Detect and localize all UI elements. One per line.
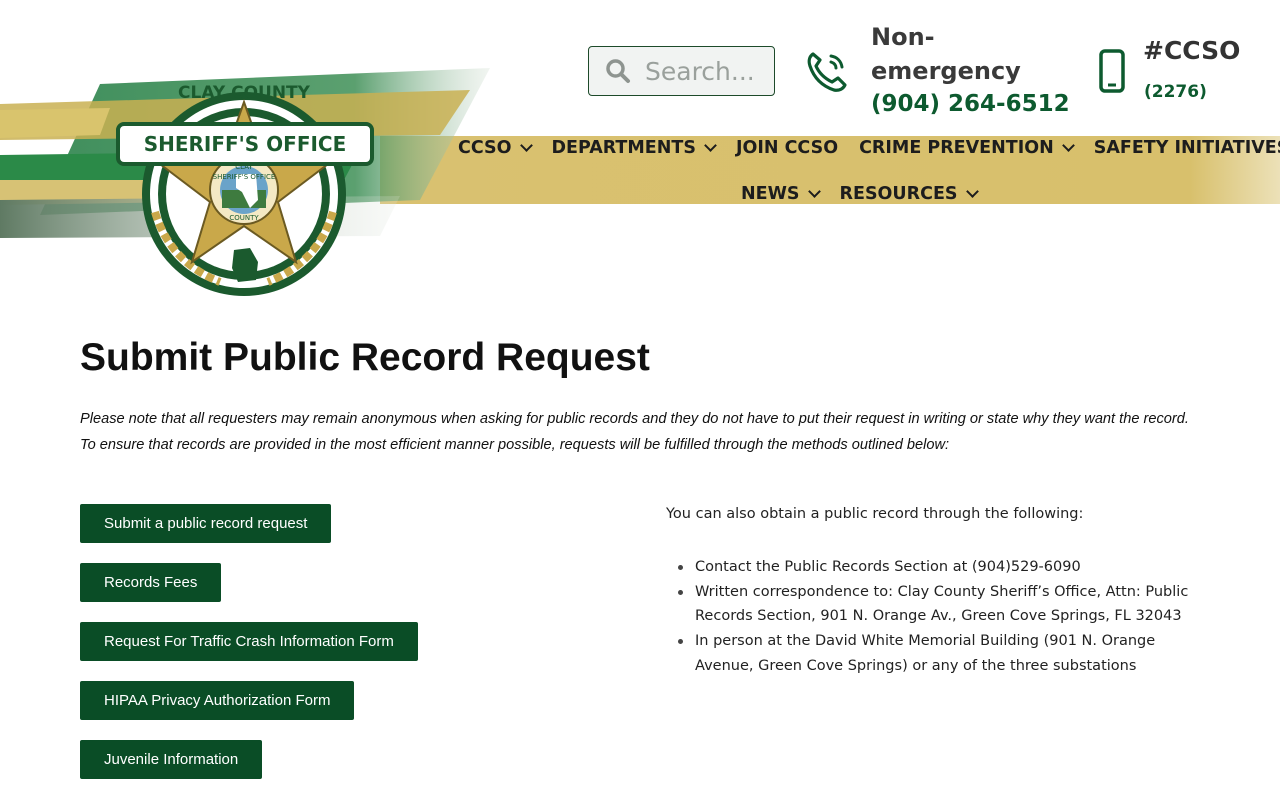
records-fees-button[interactable]: Records Fees bbox=[80, 563, 222, 602]
chevron-down-icon bbox=[519, 139, 533, 152]
page-title: Submit Public Record Request bbox=[80, 336, 650, 379]
seal-bottom-text: COUNTY bbox=[229, 214, 259, 222]
list-item: Contact the Public Records Section at (9… bbox=[678, 555, 1215, 580]
nav-item-news[interactable]: NEWS bbox=[741, 184, 821, 204]
nav-item-resources[interactable]: RESOURCES bbox=[839, 184, 979, 204]
hipaa-authorization-form-button[interactable]: HIPAA Privacy Authorization Form bbox=[80, 681, 355, 720]
logo-top-text: CLAY COUNTY bbox=[178, 83, 311, 103]
juvenile-information-button[interactable]: Juvenile Information bbox=[80, 740, 263, 779]
mobile-phone-icon bbox=[1099, 49, 1125, 93]
intro-paragraph: Please note that all requesters may rema… bbox=[80, 411, 1189, 453]
ccso-hashtag: #CCSO bbox=[1143, 36, 1241, 65]
alternatives-intro: You can also obtain a public record thro… bbox=[666, 506, 1084, 522]
nav-item-join-ccso[interactable]: JOIN CCSO bbox=[736, 138, 838, 158]
search-icon[interactable] bbox=[605, 58, 631, 84]
chevron-down-icon bbox=[965, 185, 979, 198]
list-item: In person at the David White Memorial Bu… bbox=[678, 629, 1215, 678]
seal-mid-text: CLAY bbox=[235, 163, 253, 171]
nav-item-label: CCSO bbox=[458, 138, 512, 158]
nav-item-label: NEWS bbox=[741, 184, 800, 204]
nav-item-safety-initiatives[interactable]: SAFETY INITIATIVES bbox=[1094, 138, 1280, 158]
alternatives-list: Contact the Public Records Section at (9… bbox=[678, 555, 1215, 679]
nav-row-secondary: NEWS RESOURCES bbox=[741, 181, 998, 207]
search-input[interactable] bbox=[645, 56, 765, 86]
nav-item-label: RESOURCES bbox=[839, 184, 958, 204]
nav-item-crime-prevention[interactable]: CRIME PREVENTION bbox=[859, 138, 1075, 158]
ccso-mobile-number[interactable]: (2276) bbox=[1144, 82, 1207, 102]
traffic-crash-form-button[interactable]: Request For Traffic Crash Information Fo… bbox=[80, 622, 418, 661]
nav-item-departments[interactable]: DEPARTMENTS bbox=[551, 138, 717, 158]
seal-top-text: SHERIFF'S OFFICE bbox=[213, 173, 276, 181]
chevron-down-icon bbox=[807, 185, 821, 198]
nav-item-label: DEPARTMENTS bbox=[551, 138, 696, 158]
nav-item-ccso[interactable]: CCSO bbox=[458, 138, 533, 158]
chevron-down-icon bbox=[1061, 139, 1075, 152]
sheriff-office-logo[interactable]: SHERIFF'S OFFICE CLAY COUNTY SHERIFF'S O… bbox=[110, 62, 380, 302]
nav-item-label: CRIME PREVENTION bbox=[859, 138, 1054, 158]
nav-row-primary: CCSO DEPARTMENTS JOIN CCSO CRIME PREVENT… bbox=[458, 135, 1280, 161]
page: SHERIFF'S OFFICE CLAY COUNTY SHERIFF'S O… bbox=[0, 0, 1280, 800]
nav-item-label: JOIN CCSO bbox=[735, 138, 839, 158]
list-item: Written correspondence to: Clay County S… bbox=[678, 580, 1215, 629]
chevron-down-icon bbox=[704, 139, 717, 152]
nav-item-label: SAFETY INITIATIVES bbox=[1093, 138, 1280, 158]
phone-call-icon bbox=[807, 52, 847, 92]
logo-banner-text: SHERIFF'S OFFICE bbox=[144, 132, 347, 156]
submit-public-record-request-button[interactable]: Submit a public record request bbox=[80, 504, 332, 543]
search-box[interactable] bbox=[588, 46, 775, 96]
non-emergency-label: Non-emergency bbox=[871, 23, 1021, 85]
non-emergency-number[interactable]: (904) 264-6512 bbox=[871, 91, 1070, 117]
